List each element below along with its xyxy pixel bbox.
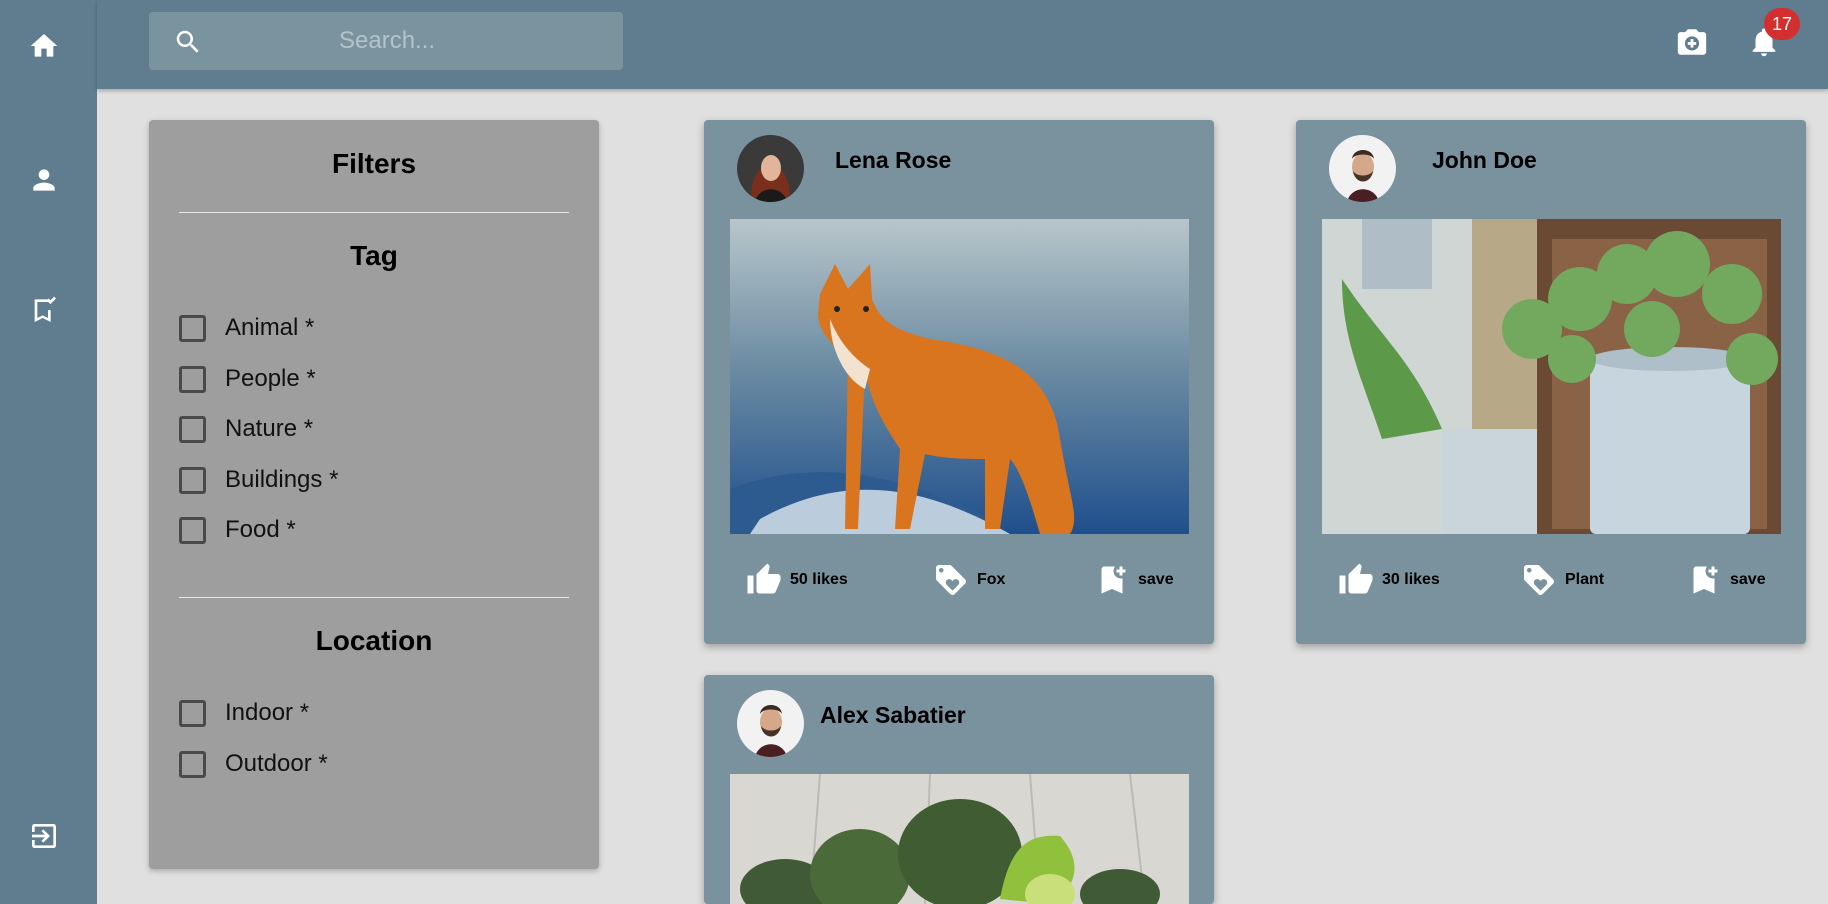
- filters-title: Filters: [331, 148, 417, 179]
- avatar[interactable]: [737, 690, 804, 757]
- filter-tag-nature[interactable]: Nature *: [179, 409, 313, 449]
- like-button[interactable]: 30 likes: [1338, 560, 1440, 600]
- logout-icon: [32, 824, 56, 848]
- save-button[interactable]: save: [1094, 560, 1174, 600]
- profile-button[interactable]: [22, 158, 66, 202]
- checkbox-label: Buildings *: [225, 466, 339, 493]
- thumb-up-icon: [1339, 563, 1373, 594]
- checkbox-label: Indoor *: [225, 699, 310, 726]
- avatar[interactable]: [1329, 135, 1396, 202]
- search-icon: [176, 30, 199, 53]
- post-tag: Fox: [977, 571, 1006, 588]
- post-author[interactable]: Lena Rose: [835, 147, 951, 174]
- logout-button[interactable]: [22, 814, 66, 858]
- person-icon: [33, 169, 55, 191]
- post-author[interactable]: Alex Sabatier: [820, 702, 966, 729]
- checkbox[interactable]: [179, 750, 206, 778]
- post-card: John Doe 30 likes Plant save: [1296, 120, 1806, 644]
- tag-button[interactable]: Plant: [1521, 560, 1604, 600]
- save-button[interactable]: save: [1686, 560, 1766, 600]
- top-bar: [97, 0, 1828, 89]
- search-input[interactable]: [209, 12, 609, 70]
- post-author[interactable]: John Doe: [1432, 147, 1537, 174]
- location-heading: Location: [315, 625, 433, 656]
- like-count: 30 likes: [1382, 571, 1440, 588]
- save-label: save: [1730, 571, 1766, 588]
- search-box: [149, 12, 623, 70]
- checkbox-label: Outdoor *: [225, 750, 328, 777]
- checkbox-label: Food *: [225, 516, 296, 543]
- filters-divider: [179, 597, 569, 598]
- home-button[interactable]: [22, 24, 66, 68]
- post-image[interactable]: [730, 219, 1189, 534]
- add-photo-icon: [1677, 29, 1707, 55]
- bookmark-add-icon: [1101, 566, 1126, 594]
- checkbox[interactable]: [179, 516, 206, 544]
- filters-divider: [179, 212, 569, 213]
- filter-tag-animal[interactable]: Animal *: [179, 308, 314, 348]
- post-card: Alex Sabatier: [704, 675, 1214, 904]
- bookmark-check-icon: [34, 296, 56, 322]
- filter-tag-people[interactable]: People *: [179, 359, 316, 399]
- checkbox[interactable]: [179, 365, 206, 393]
- filter-location-outdoor[interactable]: Outdoor *: [179, 744, 328, 784]
- tag-heart-icon: [1524, 565, 1554, 595]
- bookmark-add-icon: [1693, 566, 1718, 594]
- saved-button[interactable]: [22, 288, 66, 332]
- checkbox[interactable]: [179, 415, 206, 443]
- add-photo-button[interactable]: [1670, 20, 1714, 64]
- post-image[interactable]: [1322, 219, 1781, 534]
- checkbox-label: Animal *: [225, 314, 315, 341]
- filter-tag-food[interactable]: Food *: [179, 510, 296, 550]
- post-tag: Plant: [1565, 571, 1605, 588]
- checkbox[interactable]: [179, 314, 206, 342]
- save-label: save: [1138, 571, 1174, 588]
- checkbox[interactable]: [179, 466, 206, 494]
- post-image[interactable]: [730, 774, 1189, 904]
- filter-tag-buildings[interactable]: Buildings *: [179, 460, 338, 500]
- tag-button[interactable]: Fox: [933, 560, 1005, 600]
- tag-heart-icon: [936, 565, 966, 595]
- post-card: Lena Rose 50 likes Fox save: [704, 120, 1214, 644]
- notification-badge: 17: [1764, 8, 1800, 40]
- side-nav: [0, 0, 97, 904]
- checkbox-label: People *: [225, 365, 316, 392]
- thumb-up-icon: [747, 563, 781, 594]
- tag-heading: Tag: [350, 240, 398, 271]
- checkbox[interactable]: [179, 699, 206, 727]
- checkbox-label: Nature *: [225, 415, 314, 442]
- avatar[interactable]: [737, 135, 804, 202]
- like-button[interactable]: 50 likes: [746, 560, 848, 600]
- filters-panel: Filters Tag Animal * People * Nature * B…: [149, 120, 599, 869]
- home-icon: [30, 34, 58, 57]
- like-count: 50 likes: [790, 571, 848, 588]
- filter-location-indoor[interactable]: Indoor *: [179, 693, 309, 733]
